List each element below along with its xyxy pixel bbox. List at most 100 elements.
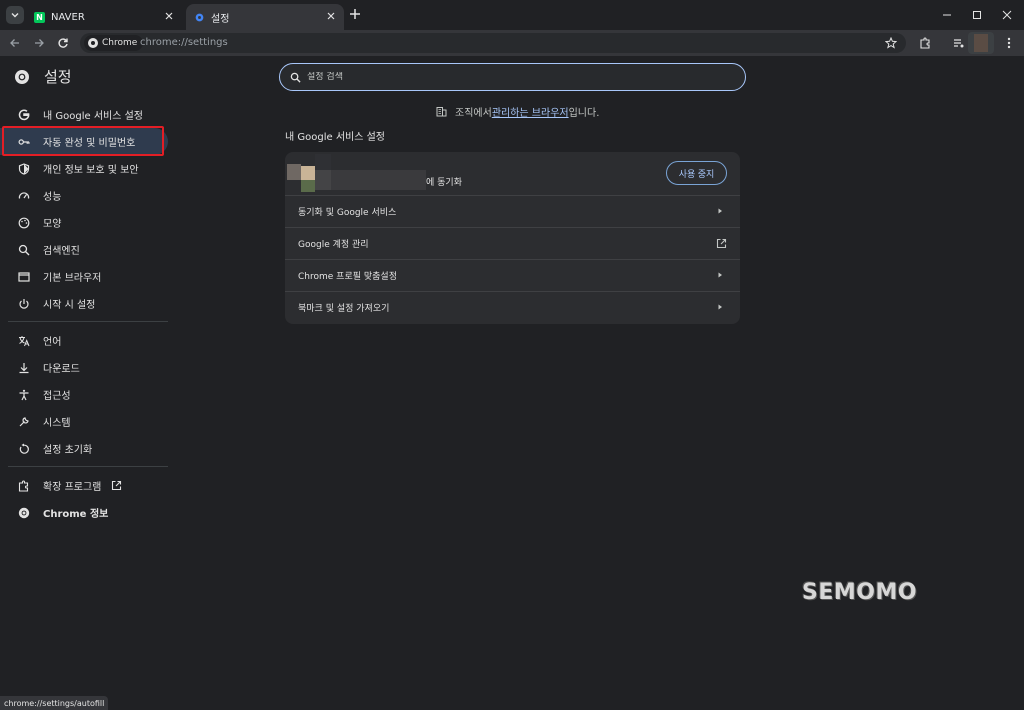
maximize-icon — [973, 11, 981, 19]
gear-icon — [194, 12, 205, 23]
sidebar-item-label: 검색엔진 — [43, 246, 80, 257]
back-button[interactable] — [8, 36, 22, 50]
row-import-bookmarks[interactable]: 북마크 및 설정 가져오기 — [285, 291, 740, 323]
palette-icon — [18, 217, 30, 229]
tab-title: 설정 — [211, 13, 230, 25]
tab-naver[interactable]: N NAVER — [26, 4, 182, 30]
close-tab-icon[interactable] — [164, 11, 174, 21]
row-sync-google-services[interactable]: 동기화 및 Google 서비스 — [285, 195, 740, 227]
row-customize-profile[interactable]: Chrome 프로필 맞춤설정 — [285, 259, 740, 291]
chip-label: Chrome — [102, 38, 138, 48]
reading-list-button[interactable] — [952, 36, 966, 50]
sidebar-item-label: Chrome 정보 — [43, 509, 109, 520]
tab-settings[interactable]: 설정 — [186, 4, 344, 30]
open-in-new-icon — [112, 480, 122, 491]
bookmark-star-button[interactable] — [884, 36, 898, 50]
download-icon — [18, 362, 30, 374]
settings-search-box[interactable] — [279, 63, 746, 91]
triangle-right-icon — [718, 272, 722, 278]
star-icon — [885, 37, 897, 49]
google-services-card: 에 동기화 사용 중지 동기화 및 Google 서비스 Google 계정 관… — [285, 152, 740, 324]
section-title: 내 Google 서비스 설정 — [285, 132, 385, 143]
reload-icon — [58, 38, 68, 48]
redacted-name — [315, 170, 331, 190]
sidebar-item-languages[interactable]: 언어 — [0, 327, 168, 354]
managed-notice: 조직에서 관리하는 브라우저 입니다. — [436, 104, 599, 119]
sidebar-item-reset[interactable]: 설정 초기화 — [0, 435, 168, 462]
turn-off-sync-button[interactable]: 사용 중지 — [666, 161, 727, 185]
sidebar-item-label: 시작 시 설정 — [43, 300, 96, 311]
sidebar-item-on-startup[interactable]: 시작 시 설정 — [0, 290, 168, 317]
power-icon — [18, 298, 30, 310]
chrome-chip[interactable]: Chrome — [84, 35, 144, 51]
watermark: SEMOMO — [802, 580, 918, 605]
sidebar-item-downloads[interactable]: 다운로드 — [0, 354, 168, 381]
menu-button[interactable] — [1002, 36, 1016, 50]
shield-icon — [18, 162, 30, 175]
minimize-button[interactable] — [932, 0, 962, 30]
browser-icon — [18, 271, 30, 283]
account-row: 에 동기화 사용 중지 — [285, 152, 740, 195]
row-label: 동기화 및 Google 서비스 — [298, 208, 397, 218]
sidebar-item-label: 내 Google 서비스 설정 — [43, 111, 143, 122]
more-vert-icon — [1007, 37, 1011, 49]
extension-icon — [18, 479, 30, 492]
tab-title: NAVER — [51, 11, 85, 23]
redacted-name — [331, 170, 426, 190]
browser-toolbar: Chrome chrome://settings — [0, 30, 1024, 56]
puzzle-icon — [920, 37, 930, 49]
new-tab-icon[interactable] — [348, 7, 362, 21]
extensions-button[interactable] — [918, 36, 932, 50]
address-bar[interactable]: Chrome chrome://settings — [80, 33, 906, 53]
sidebar-item-google-services[interactable]: 내 Google 서비스 설정 — [0, 101, 168, 128]
sidebar-item-label: 설정 초기화 — [43, 445, 93, 456]
page-title: 설정 — [44, 68, 72, 86]
row-manage-google-account[interactable]: Google 계정 관리 — [285, 227, 740, 259]
sidebar-item-performance[interactable]: 성능 — [0, 182, 168, 209]
sidebar-item-accessibility[interactable]: 접근성 — [0, 381, 168, 408]
redacted-name — [315, 154, 331, 170]
url-text: chrome://settings — [140, 37, 228, 48]
sidebar-item-label: 기본 브라우저 — [43, 273, 102, 284]
sidebar-header: 설정 — [14, 66, 72, 87]
sidebar-item-default-browser[interactable]: 기본 브라우저 — [0, 263, 168, 290]
close-tab-icon[interactable] — [326, 11, 336, 21]
annotation-highlight-box — [2, 126, 164, 156]
search-input[interactable] — [307, 72, 707, 82]
row-label: Chrome 프로필 맞춤설정 — [298, 272, 397, 282]
triangle-right-icon — [718, 304, 722, 310]
sidebar-item-appearance[interactable]: 모양 — [0, 209, 168, 236]
managed-suffix: 입니다. — [568, 108, 600, 119]
chrome-icon — [18, 507, 30, 519]
close-window-button[interactable] — [992, 0, 1022, 30]
naver-favicon-icon: N — [34, 11, 45, 23]
sidebar-item-label: 접근성 — [43, 391, 71, 402]
queue-music-icon — [954, 39, 964, 48]
sidebar-item-system[interactable]: 시스템 — [0, 408, 168, 435]
chrome-icon — [88, 38, 98, 48]
maximize-button[interactable] — [962, 0, 992, 30]
sidebar-item-search-engine[interactable]: 검색엔진 — [0, 236, 168, 263]
search-icon — [290, 72, 301, 83]
arrow-left-icon — [10, 39, 19, 47]
translate-icon — [18, 335, 30, 347]
profile-avatar[interactable] — [968, 32, 994, 54]
forward-button[interactable] — [32, 36, 46, 50]
tab-search-button[interactable] — [6, 6, 24, 24]
triangle-right-icon — [718, 208, 722, 214]
sidebar-item-extensions[interactable]: 확장 프로그램 — [0, 472, 168, 499]
reload-button[interactable] — [56, 36, 70, 50]
accessibility-icon — [18, 389, 30, 401]
open-in-new-icon — [716, 238, 727, 249]
sidebar-item-privacy[interactable]: 개인 정보 보호 및 보안 — [0, 155, 168, 182]
settings-page: 설정 내 Google 서비스 설정 자동 완성 및 비밀번호 개인 정보 보호… — [0, 56, 1024, 710]
sidebar-item-label: 확장 프로그램 — [43, 482, 102, 493]
sidebar-item-about-chrome[interactable]: Chrome 정보 — [0, 499, 168, 526]
sidebar-item-label: 다운로드 — [43, 364, 80, 375]
redacted-avatar — [301, 166, 315, 180]
tab-strip: N NAVER 설정 — [0, 0, 1024, 30]
managed-browser-link[interactable]: 관리하는 브라우저 — [492, 104, 569, 119]
arrow-right-icon — [35, 39, 44, 47]
wrench-icon — [18, 416, 30, 428]
row-label: 북마크 및 설정 가져오기 — [298, 304, 390, 314]
